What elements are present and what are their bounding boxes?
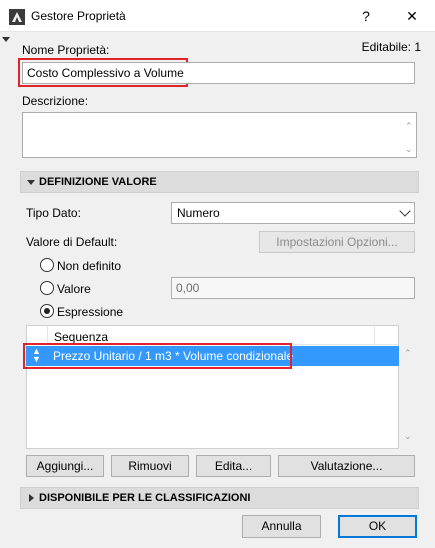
chevron-down-icon	[399, 205, 411, 217]
close-icon: ✕	[406, 8, 418, 24]
definition-section-title: DEFINIZIONE VALORE	[39, 176, 157, 188]
radio-expression-label: Espressione	[57, 305, 124, 319]
title-bar: Gestore Proprietà ? ✕	[0, 0, 435, 32]
description-scroll-down-icon[interactable]: ⌄	[405, 144, 413, 155]
radio-value[interactable]	[40, 281, 54, 295]
options-settings-button[interactable]: Impostazioni Opzioni...	[259, 231, 415, 253]
list-scrollbar[interactable]: ⌃ ⌄	[399, 344, 417, 449]
data-type-value: Numero	[177, 206, 220, 220]
column-divider	[374, 326, 375, 345]
property-name-label: Nome Proprietà:	[22, 43, 110, 57]
ok-button[interactable]: OK	[338, 515, 417, 538]
radio-expression[interactable]	[40, 304, 54, 318]
expression-highlight-box	[23, 343, 292, 369]
help-button[interactable]: ?	[343, 0, 389, 32]
cancel-button[interactable]: Annulla	[242, 515, 321, 538]
default-value-input[interactable]: 0,00	[171, 277, 415, 299]
close-button[interactable]: ✕	[389, 0, 435, 32]
window-title: Gestore Proprietà	[31, 9, 126, 23]
remove-button[interactable]: Rimuovi	[111, 455, 189, 477]
radio-value-label: Valore	[57, 282, 91, 296]
pin-arrow-icon[interactable]	[2, 37, 10, 42]
classification-section-header[interactable]: DISPONIBILE PER LE CLASSIFICAZIONI	[20, 487, 419, 509]
collapse-icon	[27, 180, 35, 185]
help-icon: ?	[362, 8, 370, 24]
description-label: Descrizione:	[22, 94, 89, 108]
sequence-column-header: Sequenza	[54, 330, 109, 344]
data-type-label: Tipo Dato:	[26, 206, 81, 220]
description-input[interactable]	[22, 112, 417, 158]
evaluate-button[interactable]: Valutazione...	[278, 455, 415, 477]
add-button[interactable]: Aggiungi...	[26, 455, 104, 477]
app-icon	[9, 9, 25, 25]
property-name-input[interactable]: Costo Complessivo a Volume	[22, 62, 415, 84]
radio-undefined[interactable]	[40, 258, 54, 272]
data-type-select[interactable]: Numero	[171, 202, 415, 224]
scroll-down-icon[interactable]: ⌄	[404, 431, 412, 442]
radio-undefined-label: Non definito	[57, 259, 122, 273]
scroll-up-icon[interactable]: ⌃	[404, 348, 412, 359]
definition-section-header[interactable]: DEFINIZIONE VALORE	[20, 171, 419, 193]
description-scroll-up-icon[interactable]: ⌃	[405, 121, 413, 132]
edit-button[interactable]: Edita...	[196, 455, 271, 477]
editable-label: Editabile: 1	[361, 40, 421, 54]
classification-section-title: DISPONIBILE PER LE CLASSIFICAZIONI	[39, 492, 251, 504]
default-value-label: Valore di Default:	[26, 235, 118, 249]
expand-icon	[29, 494, 34, 502]
